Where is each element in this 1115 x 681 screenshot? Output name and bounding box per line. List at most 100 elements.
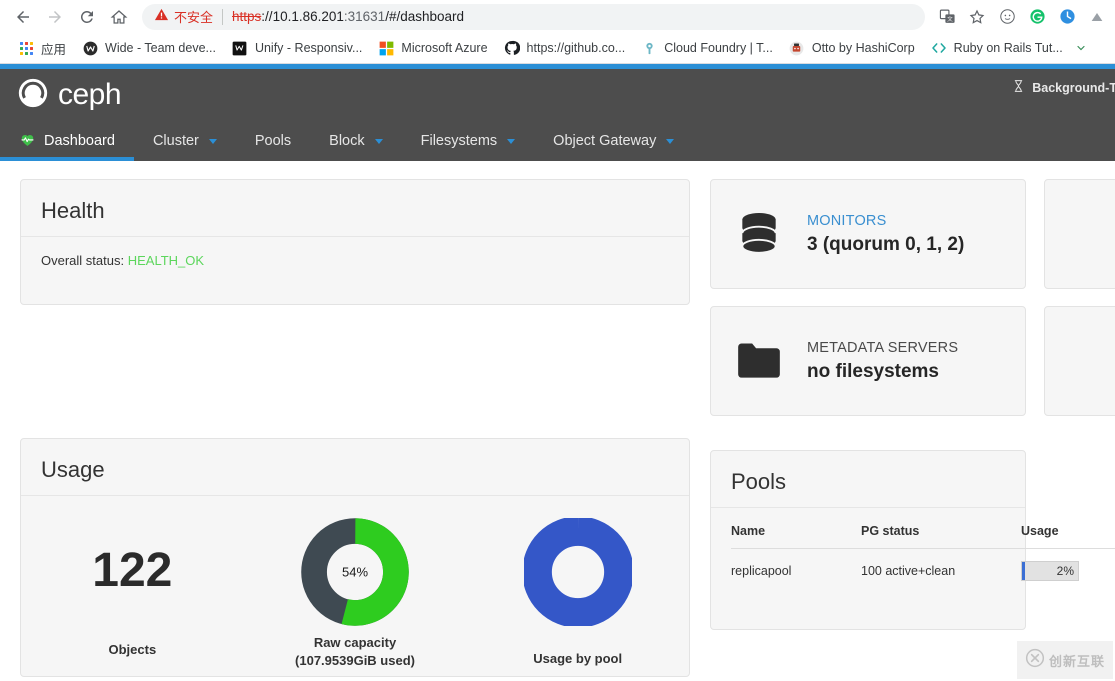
- code-brackets-icon: [931, 40, 947, 56]
- nav-item-object-gateway[interactable]: Object Gateway: [534, 121, 693, 161]
- app-header: ceph Background-Ta: [0, 69, 1115, 121]
- bookmark-label: Otto by HashiCorp: [812, 41, 915, 55]
- wide-icon: [82, 40, 98, 56]
- metadata-servers-label: METADATA SERVERS: [807, 340, 958, 356]
- nav-item-pools[interactable]: Pools: [236, 121, 310, 161]
- chevron-down-icon: [666, 139, 674, 144]
- extension-circle-icon[interactable]: [997, 7, 1017, 27]
- not-secure-label: 不安全: [174, 7, 213, 26]
- bookmark-github[interactable]: https://github.co...: [496, 37, 634, 59]
- chevron-down-icon: [209, 139, 217, 144]
- metadata-servers-tile[interactable]: METADATA SERVERS no filesystems: [710, 306, 1026, 416]
- column-header-name[interactable]: Name: [731, 520, 861, 549]
- translate-icon[interactable]: 文: [937, 7, 957, 27]
- metadata-servers-tile-text: METADATA SERVERS no filesystems: [807, 340, 958, 383]
- bookmark-star-icon[interactable]: [967, 7, 987, 27]
- health-status-badge: HEALTH_OK: [128, 253, 204, 268]
- bookmark-microsoft-azure[interactable]: Microsoft Azure: [370, 37, 495, 59]
- bookmark-label: Cloud Foundry | T...: [664, 41, 773, 55]
- nav-item-filesystems[interactable]: Filesystems: [402, 121, 535, 161]
- bookmark-label: Unify - Responsiv...: [255, 41, 362, 55]
- extension-blue-icon[interactable]: [1057, 7, 1077, 27]
- bookmark-wide[interactable]: Wide - Team deve...: [74, 37, 224, 59]
- database-stack-icon: [729, 209, 789, 259]
- address-bar[interactable]: 不安全 https://10.1.86.201:31631/#/dashboar…: [142, 4, 925, 30]
- bookmark-cloud-foundry[interactable]: Cloud Foundry | T...: [633, 37, 781, 59]
- cloudfoundry-icon: [641, 40, 657, 56]
- offscreen-tile-1[interactable]: [1044, 179, 1115, 289]
- folder-icon: [729, 339, 789, 383]
- brand-logo[interactable]: ceph: [16, 76, 121, 115]
- bookmark-otto[interactable]: Otto by HashiCorp: [781, 37, 923, 59]
- chevron-down-icon: [375, 139, 383, 144]
- pool-usage-bar: 2%: [1021, 561, 1079, 581]
- nav-item-label: Pools: [255, 133, 291, 149]
- bookmark-overflow[interactable]: [1071, 37, 1097, 59]
- extension-grammarly-icon[interactable]: [1027, 7, 1047, 27]
- usage-card: Usage 122 Objects 54%: [20, 438, 690, 677]
- omnibox-divider: [222, 9, 223, 25]
- raw-capacity-caption-line1: Raw capacity: [244, 634, 467, 652]
- monitors-label[interactable]: MONITORS: [807, 213, 964, 229]
- bookmark-label: 应用: [41, 39, 66, 58]
- usage-by-pool-caption: Usage by pool: [466, 650, 689, 668]
- middle-column: MONITORS 3 (quorum 0, 1, 2) METADATA SER…: [710, 179, 1026, 681]
- brand-name: ceph: [58, 78, 121, 112]
- usage-card-body: 122 Objects 54% Raw capacity: [21, 496, 689, 669]
- column-header-pg-status[interactable]: PG status: [861, 520, 1021, 549]
- microsoft-icon: [378, 40, 394, 56]
- dashboard-content: Health Overall status: HEALTH_OK Usage 1…: [0, 161, 1115, 681]
- unify-icon: [232, 40, 248, 56]
- pool-usage-bar-fill: [1022, 562, 1025, 580]
- raw-capacity-percent: 54%: [342, 565, 368, 580]
- otto-icon: [789, 40, 805, 56]
- health-card-body: Overall status: HEALTH_OK: [21, 237, 689, 288]
- monitors-tile[interactable]: MONITORS 3 (quorum 0, 1, 2): [710, 179, 1026, 289]
- chevron-down-icon: [507, 139, 515, 144]
- apps-grid-icon: [18, 40, 34, 56]
- back-arrow-icon[interactable]: [8, 3, 38, 31]
- bookmark-apps[interactable]: 应用: [10, 36, 74, 61]
- objects-metric: 122 Objects: [21, 518, 244, 657]
- home-icon[interactable]: [104, 3, 134, 31]
- monitors-value: 3 (quorum 0, 1, 2): [807, 234, 964, 256]
- bookmark-label: Wide - Team deve...: [105, 41, 216, 55]
- reload-icon[interactable]: [72, 3, 102, 31]
- background-tasks-label: Background-Ta: [1032, 81, 1115, 95]
- heartbeat-icon: [19, 131, 36, 152]
- offscreen-tile-2[interactable]: [1044, 306, 1115, 416]
- bookmark-label: Ruby on Rails Tut...: [954, 41, 1063, 55]
- profile-icon[interactable]: [1087, 7, 1107, 27]
- pools-card-body: Name PG status Usage replicapool 100 act…: [711, 508, 1025, 613]
- forward-arrow-icon[interactable]: [40, 3, 70, 31]
- raw-capacity-donut[interactable]: 54%: [301, 518, 409, 626]
- bookmark-unify[interactable]: Unify - Responsiv...: [224, 37, 370, 59]
- not-secure-warning-icon: [154, 7, 169, 27]
- ceph-dashboard-app: ceph Background-Ta Dashboard Cluster Poo…: [0, 64, 1115, 681]
- nav-item-block[interactable]: Block: [310, 121, 401, 161]
- pool-pg-status: 100 active+clean: [861, 549, 1021, 594]
- pools-card: Pools Name PG status Usage repli: [710, 450, 1026, 630]
- usage-by-pool-donut-svg: [524, 518, 632, 626]
- nav-item-dashboard[interactable]: Dashboard: [0, 121, 134, 161]
- url-port: :31631: [344, 9, 385, 24]
- right-column-offscreen: [1026, 179, 1115, 681]
- objects-caption: Objects: [21, 642, 244, 657]
- nav-item-label: Object Gateway: [553, 133, 656, 149]
- nav-item-cluster[interactable]: Cluster: [134, 121, 236, 161]
- usage-by-pool-chart: Usage by pool: [466, 518, 689, 668]
- background-tasks-indicator[interactable]: Background-Ta: [1012, 79, 1115, 96]
- url-path: /#/dashboard: [385, 9, 464, 24]
- raw-capacity-caption-line2: (107.9539GiB used): [244, 652, 467, 670]
- browser-toolbar: 不安全 https://10.1.86.201:31631/#/dashboar…: [0, 0, 1115, 33]
- bookmark-ruby-on-rails[interactable]: Ruby on Rails Tut...: [923, 37, 1071, 59]
- overall-status-label: Overall status:: [41, 253, 124, 268]
- watermark: 创新互联: [1017, 641, 1113, 679]
- watermark-text: 创新互联: [1049, 651, 1105, 670]
- metadata-servers-value: no filesystems: [807, 361, 958, 383]
- watermark-logo-icon: [1025, 648, 1045, 673]
- overall-status-row: Overall status: HEALTH_OK: [41, 253, 669, 268]
- nav-item-label: Cluster: [153, 133, 199, 149]
- usage-by-pool-donut[interactable]: [524, 518, 632, 626]
- main-nav: Dashboard Cluster Pools Block Filesystem…: [0, 121, 1115, 161]
